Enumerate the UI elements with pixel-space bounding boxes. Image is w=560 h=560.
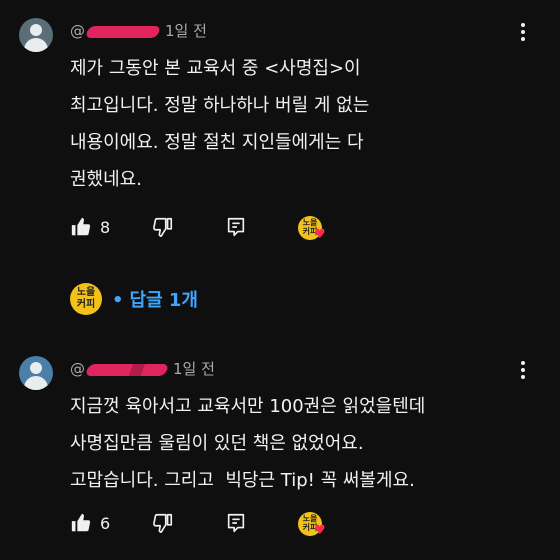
redaction-mark	[84, 25, 162, 38]
dislike-button[interactable]	[152, 216, 174, 238]
creator-badge-text: 노을 커피	[76, 287, 96, 310]
timestamp[interactable]: 1일 전	[173, 360, 215, 378]
reply-icon	[227, 217, 245, 237]
timestamp[interactable]: 1일 전	[165, 22, 207, 40]
redaction-mark	[84, 363, 170, 376]
replies-link[interactable]: • 답글 1개	[112, 286, 198, 312]
like-button[interactable]: 8	[70, 216, 110, 238]
comment-meta: @1일 전	[70, 358, 215, 379]
reply-button[interactable]	[225, 216, 247, 238]
avatar-head	[30, 362, 42, 374]
creator-avatar: 노을 커피 ♥	[298, 216, 326, 241]
author-handle[interactable]: @	[70, 360, 85, 378]
thumb-down-icon	[153, 217, 173, 237]
heart-icon: ♥	[314, 227, 326, 242]
avatar-body	[24, 38, 48, 52]
like-count: 6	[100, 513, 111, 533]
reply-button[interactable]	[225, 512, 247, 534]
comment-text: 제가 그동안 본 교육서 중 <사명집>이 최고입니다. 정말 하나하나 버릴 …	[70, 58, 370, 190]
more-vertical-icon[interactable]	[516, 359, 530, 381]
creator-heart: 노을 커피 ♥	[298, 216, 326, 241]
replies-count: 답글 1개	[129, 290, 198, 311]
like-count: 8	[100, 217, 111, 237]
more-vertical-icon[interactable]	[516, 21, 530, 43]
creator-avatar: 노을 커피	[70, 283, 102, 315]
avatar[interactable]	[19, 356, 53, 390]
thumb-up-icon	[71, 513, 91, 532]
view-replies-button[interactable]: 노을 커피 • 답글 1개	[70, 283, 198, 315]
creator-heart: 노을 커피 ♥	[298, 512, 326, 537]
creator-avatar: 노을 커피 ♥	[298, 512, 326, 537]
author-handle[interactable]: @	[70, 22, 85, 40]
comment-text: 지금껏 육아서고 교육서만 100권은 읽었을텐데 사명집만큼 울림이 있던 책…	[70, 396, 426, 491]
like-button[interactable]: 6	[70, 512, 110, 534]
avatar-body	[24, 376, 48, 390]
thumb-down-icon	[153, 513, 173, 533]
heart-icon: ♥	[314, 523, 326, 538]
comment-meta: @1일 전	[70, 20, 207, 41]
bullet: •	[112, 290, 124, 311]
avatar[interactable]	[19, 18, 53, 52]
avatar-head	[30, 24, 42, 36]
reply-icon	[227, 513, 245, 533]
thumb-up-icon	[71, 217, 91, 236]
dislike-button[interactable]	[152, 512, 174, 534]
